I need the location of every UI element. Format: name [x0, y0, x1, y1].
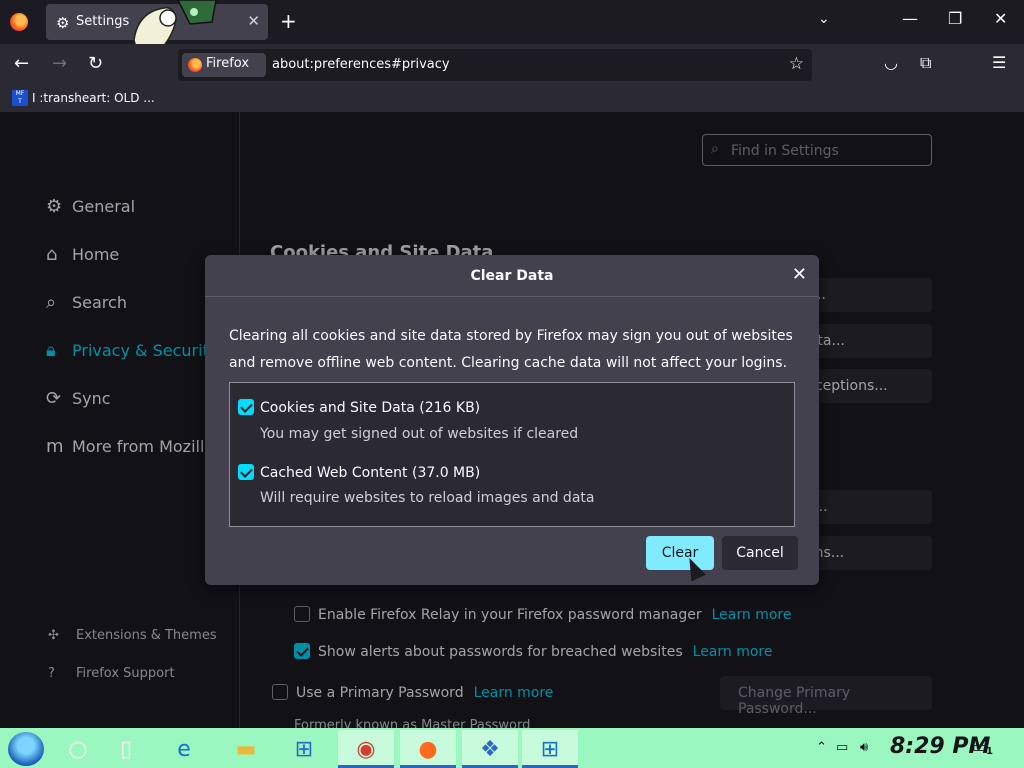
taskbar-firefox[interactable]: ● [400, 730, 456, 768]
tab-bar: ⚙ Settings ✕ + ⌄ — ❐ ✕ [0, 0, 1024, 58]
tab-title: Settings [76, 14, 130, 29]
start-button[interactable] [8, 732, 44, 766]
clear-button[interactable]: Clear [646, 536, 714, 570]
taskbar-store[interactable]: ⊞ [276, 730, 332, 768]
task-view-icon: ▯ [119, 737, 133, 762]
cookies-option[interactable]: Cookies and Site Data (216 KB) [238, 399, 480, 416]
edge-icon: e [177, 737, 191, 762]
chrome-icon: ◉ [356, 737, 376, 762]
notifications-icon[interactable]: ▭ [972, 737, 987, 756]
dialog-title: Clear Data [470, 268, 554, 284]
cookies-label: Cookies and Site Data (216 KB) [260, 400, 481, 416]
identity-label: Firefox [206, 56, 250, 71]
minimize-button[interactable]: — [902, 9, 918, 28]
pocket-icon[interactable]: ◡ [884, 53, 898, 72]
taskbar-chrome[interactable]: ◉ [338, 730, 394, 768]
taskbar-edge[interactable]: e [156, 730, 212, 768]
notification-count: 1 [986, 746, 993, 757]
firefox-icon: ● [418, 737, 438, 762]
task-view-button[interactable]: ▯ [98, 730, 154, 768]
close-window-button[interactable]: ✕ [994, 9, 1007, 28]
forward-button[interactable]: → [52, 53, 67, 74]
volume-icon[interactable]: 🔊︎ [860, 740, 868, 755]
clear-data-dialog: Clear Data ✕ Clearing all cookies and si… [205, 255, 819, 585]
list-all-tabs-button[interactable]: ⌄ [818, 11, 830, 27]
cache-option[interactable]: Cached Web Content (37.0 MB) [238, 464, 480, 481]
new-tab-button[interactable]: + [280, 9, 297, 33]
identity-box[interactable]: Firefox [182, 53, 266, 77]
taskbar-windows[interactable]: ⊞ [522, 730, 578, 768]
cache-description: Will require websites to reload images a… [260, 490, 595, 506]
tab-settings[interactable]: ⚙ Settings ✕ [46, 4, 268, 40]
bookmark-item[interactable]: I :transheart: OLD ... [32, 91, 155, 105]
url-text[interactable]: about:preferences#privacy [272, 57, 450, 72]
menu-icon[interactable]: ☰ [992, 53, 1006, 72]
dialog-description: Clearing all cookies and site data store… [229, 328, 793, 371]
puzzle-app-icon: ❖ [480, 737, 500, 762]
show-hidden-icons[interactable]: ⌃ [816, 740, 827, 755]
restore-button[interactable]: ❐ [948, 9, 962, 28]
folder-icon: ▬ [235, 737, 257, 762]
taskbar-file-explorer[interactable]: ▬ [218, 730, 274, 768]
windows-icon: ⊞ [540, 737, 560, 762]
navigation-toolbar: ← → ↻ Firefox about:preferences#privacy … [0, 44, 1024, 86]
windows-taskbar: ○ ▯ e ▬ ⊞ ◉ ● ❖ ⊞ ⌃ ▭ 🔊︎ 8:29 PM ▭ 1 [0, 728, 1024, 768]
bookmark-star-icon[interactable]: ☆ [789, 54, 804, 74]
network-icon[interactable]: ▭ [836, 740, 848, 755]
cookies-checkbox[interactable] [238, 399, 254, 415]
reload-button[interactable]: ↻ [88, 53, 103, 74]
cookies-description: You may get signed out of websites if cl… [260, 426, 579, 442]
taskbar-app[interactable]: ❖ [462, 730, 518, 768]
bookmarks-toolbar: MF T I :transheart: OLD ... [0, 86, 1024, 112]
cancel-button[interactable]: Cancel [722, 536, 798, 570]
store-icon: ⊞ [294, 737, 314, 762]
tab-close-icon[interactable]: ✕ [247, 12, 260, 30]
url-bar[interactable]: Firefox about:preferences#privacy ☆ [178, 49, 812, 81]
firefox-icon [188, 58, 202, 72]
bookmark-favicon-icon: MF T [12, 90, 28, 106]
back-button[interactable]: ← [14, 53, 29, 74]
extensions-icon[interactable]: ⧉ [920, 53, 931, 73]
gear-icon: ⚙ [56, 14, 70, 32]
cache-checkbox[interactable] [238, 464, 254, 480]
dialog-header: Clear Data ✕ [205, 255, 819, 297]
close-icon[interactable]: ✕ [792, 264, 807, 285]
dialog-options-box: Cookies and Site Data (216 KB) You may g… [229, 382, 795, 527]
firefox-logo-icon[interactable] [10, 13, 28, 31]
cache-label: Cached Web Content (37.0 MB) [260, 465, 481, 481]
